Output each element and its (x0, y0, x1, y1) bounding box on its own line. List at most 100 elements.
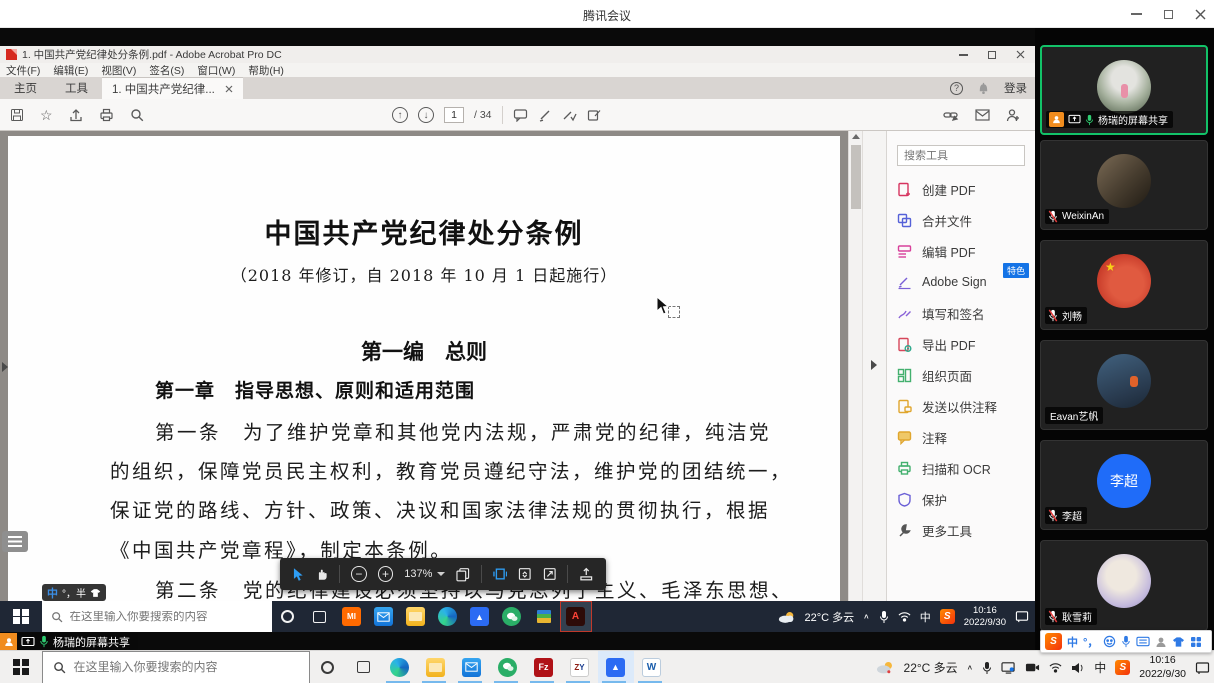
tool-create-pdf[interactable]: 创建 PDF (897, 177, 975, 201)
tab-close-icon[interactable] (225, 85, 233, 93)
save-icon[interactable] (10, 108, 24, 122)
show-toolbar-icon[interactable] (579, 567, 594, 581)
participant-tile[interactable]: 李超 李超 (1040, 440, 1208, 530)
participant-tile[interactable]: 刘畅 (1040, 240, 1208, 330)
scrolling-mode-icon[interactable] (493, 567, 508, 581)
ime-indicator[interactable]: 中 (1094, 659, 1106, 676)
send-link-icon[interactable] (943, 108, 959, 122)
clock[interactable]: 10:162022/9/30 (1139, 654, 1186, 680)
select-tool-icon[interactable] (292, 567, 305, 582)
sogou-keyboard-icon[interactable] (1136, 636, 1150, 647)
collapse-arrow-icon[interactable] (871, 360, 877, 370)
tool-scan-ocr[interactable]: 扫描和 OCR (897, 456, 991, 480)
tool-comment[interactable]: 注释 (897, 425, 947, 449)
menu-window[interactable]: 窗口(W) (197, 63, 235, 78)
start-button-icon[interactable] (13, 659, 29, 675)
tray-expand-icon[interactable]: ∧ (863, 612, 870, 621)
sogou-tray-icon[interactable]: S (1115, 660, 1130, 675)
print-icon[interactable] (99, 108, 114, 122)
task-view-button[interactable] (304, 601, 336, 632)
fit-page-icon[interactable] (518, 567, 532, 581)
shared-taskbar-search[interactable] (42, 601, 272, 632)
screen-cast-icon[interactable] (1001, 661, 1016, 674)
host-taskbar-search[interactable] (42, 651, 310, 683)
tray-expand-icon[interactable]: ∧ (967, 663, 974, 672)
hand-tool-icon[interactable] (316, 567, 329, 581)
next-page-icon[interactable]: ↓ (418, 107, 434, 123)
scrollbar-thumb[interactable] (851, 145, 861, 209)
taskbar-app-books[interactable] (528, 601, 560, 632)
taskbar-app-wechat[interactable] (490, 651, 526, 683)
taskbar-app-filezilla[interactable]: Fz (526, 651, 562, 683)
action-center-icon[interactable] (1015, 610, 1029, 623)
share-icon[interactable] (69, 108, 83, 122)
email-icon[interactable] (975, 109, 990, 121)
clock[interactable]: 10:162022/9/30 (964, 605, 1006, 629)
microphone-tray-icon[interactable] (982, 661, 992, 675)
ime-indicator[interactable]: 中 (920, 609, 931, 625)
sogou-emoji-icon[interactable] (1103, 635, 1116, 648)
wifi-icon[interactable] (898, 611, 911, 622)
search-icon[interactable] (130, 108, 144, 122)
zoom-out-icon[interactable]: − (351, 566, 367, 582)
volume-icon[interactable] (1071, 662, 1085, 674)
tool-organize-pages[interactable]: 组织页面 (897, 363, 972, 387)
participant-tile[interactable]: 耿雪莉 (1040, 540, 1208, 631)
cortana-button[interactable] (272, 601, 304, 632)
annotation-panel-handle[interactable] (2, 531, 28, 552)
scroll-up-icon[interactable] (852, 134, 860, 139)
taskbar-app-edge[interactable] (432, 601, 464, 632)
start-button-icon[interactable] (13, 609, 29, 625)
add-person-icon[interactable] (1006, 108, 1021, 122)
task-view-button[interactable] (346, 651, 382, 683)
zoom-level-dropdown[interactable]: 137% (404, 568, 445, 580)
tool-send-for-comments[interactable]: 发送以供注释 (897, 394, 997, 418)
sogou-punct-mode[interactable]: °， (1083, 634, 1098, 650)
menu-file[interactable]: 文件(F) (6, 63, 40, 78)
action-center-icon[interactable] (1195, 661, 1210, 675)
menu-sign[interactable]: 签名(S) (149, 63, 184, 78)
tool-adobe-sign[interactable]: Adobe Sign (897, 270, 987, 294)
acrobat-close-icon[interactable] (1016, 50, 1025, 59)
tab-home[interactable]: 主页 (0, 77, 51, 99)
favorites-star-icon[interactable]: ☆ (40, 108, 53, 122)
weather-icon[interactable] (778, 611, 796, 623)
help-icon[interactable]: ? (950, 82, 963, 95)
panel-collapse-strip[interactable] (862, 131, 886, 601)
sogou-ime-mode[interactable]: 中 (1067, 634, 1078, 650)
acrobat-maximize-icon[interactable] (988, 51, 996, 59)
taskbar-app-acrobat-active[interactable]: A (560, 601, 592, 632)
minimize-icon[interactable] (1131, 13, 1142, 15)
page-view-icon[interactable] (456, 567, 470, 582)
sogou-tray-icon[interactable]: S (940, 609, 955, 624)
vertical-scrollbar[interactable] (848, 131, 862, 601)
host-search-input[interactable] (74, 660, 284, 674)
microphone-tray-icon[interactable] (879, 610, 889, 624)
camera-icon[interactable] (1025, 662, 1040, 673)
tools-search-input[interactable] (897, 145, 1025, 166)
cortana-button[interactable] (310, 651, 346, 683)
shared-search-input[interactable] (70, 611, 250, 623)
taskbar-app-wechat[interactable] (496, 601, 528, 632)
close-icon[interactable] (1195, 9, 1206, 20)
document-area[interactable]: 中国共产党纪律处分条例 （2018 年修订，自 2018 年 10 月 1 日起… (0, 131, 848, 601)
taskbar-app-explorer[interactable] (400, 601, 432, 632)
sogou-account-icon[interactable] (1155, 636, 1167, 648)
notification-bell-icon[interactable] (977, 81, 990, 95)
comment-icon[interactable] (513, 108, 528, 122)
tab-document[interactable]: 1. 中国共产党纪律... (102, 77, 243, 99)
taskbar-app-edge[interactable] (382, 651, 418, 683)
fill-sign-icon[interactable] (562, 108, 577, 122)
sogou-status-pill[interactable]: 中 °，半 (42, 584, 106, 601)
weather-text[interactable]: 22°C 多云 (805, 609, 855, 625)
tool-export-pdf[interactable]: 导出 PDF (897, 332, 975, 356)
weather-icon[interactable] (876, 661, 895, 674)
weather-text[interactable]: 22°C 多云 (904, 659, 958, 676)
taskbar-app-explorer[interactable] (418, 651, 454, 683)
menu-help[interactable]: 帮助(H) (248, 63, 284, 78)
participant-tile[interactable]: WeixinAn (1040, 140, 1208, 230)
sogou-toolbox-icon[interactable] (1190, 636, 1202, 648)
page-number-input[interactable] (444, 107, 464, 123)
tool-more-tools[interactable]: 更多工具 (897, 518, 972, 542)
fullscreen-icon[interactable] (543, 567, 557, 581)
